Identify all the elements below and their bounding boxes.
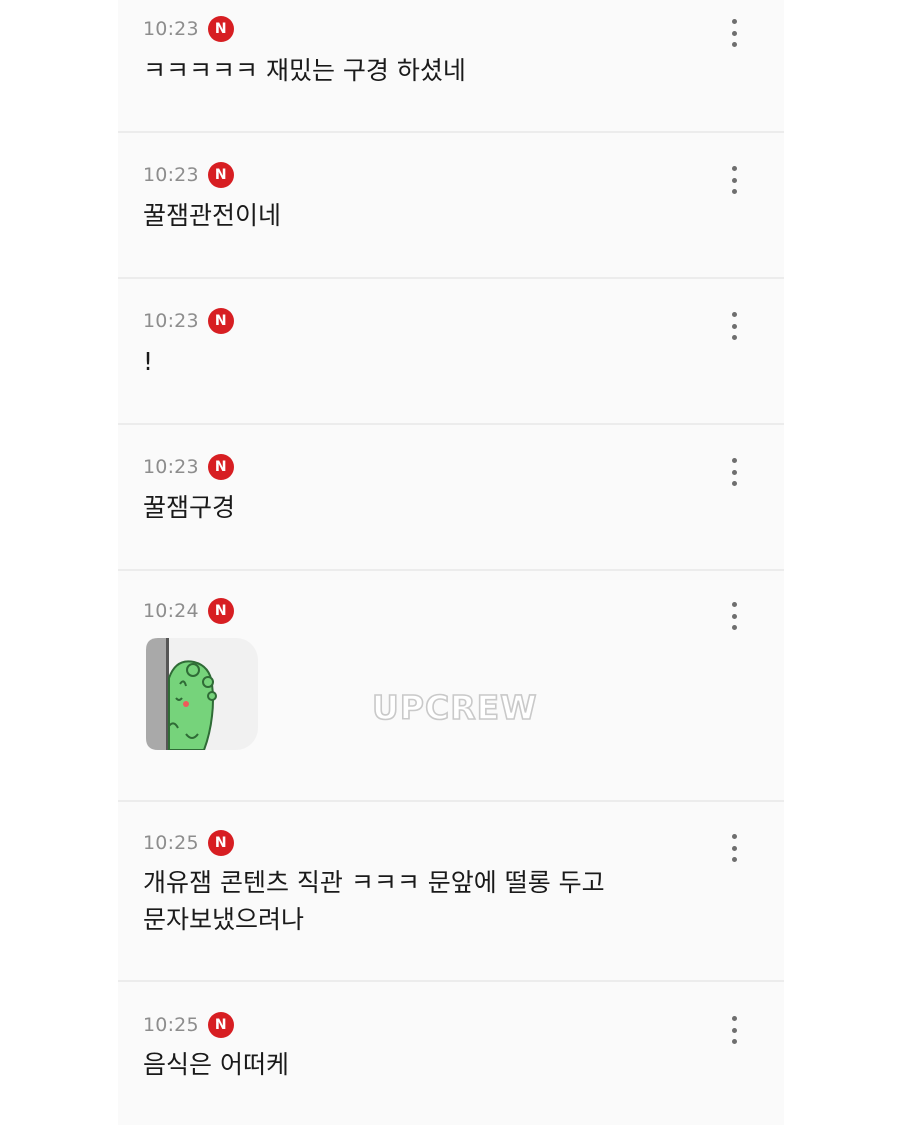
comment-time: 10:25	[143, 1014, 199, 1036]
upcrew-watermark: UPCREW	[371, 687, 538, 728]
dot-icon	[731, 166, 737, 171]
comment-time: 10:25	[143, 832, 199, 854]
dot-icon	[731, 834, 737, 839]
dot-icon	[731, 177, 737, 183]
dot-icon	[731, 1027, 737, 1033]
dot-icon	[731, 1016, 737, 1021]
comment-text: 꿀잼관전이네	[143, 201, 282, 230]
comment-text: 꿀잼구경	[143, 493, 236, 522]
comment-item: 10:24 N UPCREW	[118, 571, 784, 802]
comment-feed: 10:23 N ㅋㅋㅋㅋㅋ 재밌는 구경 하셨네 10:23 N 꿀잼관전이네 …	[118, 0, 784, 1125]
dot-icon	[731, 602, 737, 607]
dot-icon	[731, 613, 737, 619]
dot-icon	[731, 857, 737, 862]
new-badge-icon: N	[207, 454, 234, 480]
comment-item: 10:23 N !	[118, 279, 784, 425]
comment-meta: 10:23 N	[143, 307, 234, 335]
comment-meta: 10:24 N	[143, 597, 234, 625]
dot-icon	[731, 312, 737, 317]
new-badge-icon: N	[207, 830, 234, 856]
dot-icon	[731, 458, 737, 463]
more-options-button[interactable]	[720, 310, 748, 342]
comment-time: 10:23	[143, 164, 199, 186]
new-badge-icon: N	[207, 16, 234, 42]
more-options-button[interactable]	[720, 600, 748, 632]
dot-icon	[731, 845, 737, 851]
comment-item: 10:25 N 음식은 어떠케	[118, 982, 784, 1125]
dot-icon	[731, 335, 737, 340]
more-options-button[interactable]	[720, 1014, 748, 1046]
dot-icon	[731, 481, 737, 486]
comment-text: ㅋㅋㅋㅋㅋ 재밌는 구경 하셨네	[143, 56, 466, 85]
dot-icon	[731, 42, 737, 47]
dot-icon	[731, 189, 737, 194]
comment-text: !	[143, 347, 154, 376]
comment-time: 10:23	[143, 18, 199, 40]
dinosaur-sticker-icon	[146, 638, 258, 751]
dot-icon	[731, 625, 737, 630]
comment-time: 10:23	[143, 310, 199, 332]
comment-text: 음식은 어떠케	[143, 1050, 289, 1079]
new-badge-icon: N	[207, 1012, 234, 1038]
comment-item: 10:23 N ㅋㅋㅋㅋㅋ 재밌는 구경 하셨네	[118, 0, 784, 133]
new-badge-icon: N	[207, 162, 234, 188]
more-options-button[interactable]	[720, 832, 748, 864]
comment-item: 10:23 N 꿀잼구경	[118, 425, 784, 571]
comment-meta: 10:23 N	[143, 453, 234, 481]
comment-meta: 10:25 N	[143, 829, 234, 857]
new-badge-icon: N	[207, 308, 234, 334]
dot-icon	[731, 19, 737, 24]
comment-time: 10:24	[143, 600, 199, 622]
dot-icon	[731, 469, 737, 475]
comment-meta: 10:23 N	[143, 161, 234, 189]
more-options-button[interactable]	[720, 456, 748, 488]
comment-text: 개유잼 콘텐츠 직관 ㅋㅋㅋ 문앞에 떨롱 두고 문자보냈으려나	[143, 868, 605, 934]
new-badge-icon: N	[207, 598, 234, 624]
comment-item: 10:25 N 개유잼 콘텐츠 직관 ㅋㅋㅋ 문앞에 떨롱 두고 문자보냈으려나	[118, 802, 784, 982]
dot-icon	[731, 1039, 737, 1044]
more-options-button[interactable]	[720, 164, 748, 196]
comment-time: 10:23	[143, 456, 199, 478]
comment-item: 10:23 N 꿀잼관전이네	[118, 133, 784, 279]
more-options-button[interactable]	[720, 17, 748, 49]
dot-icon	[731, 323, 737, 329]
sticker-image[interactable]	[146, 638, 258, 751]
comment-meta: 10:23 N	[143, 15, 234, 43]
dot-icon	[731, 30, 737, 36]
comment-meta: 10:25 N	[143, 1011, 234, 1039]
